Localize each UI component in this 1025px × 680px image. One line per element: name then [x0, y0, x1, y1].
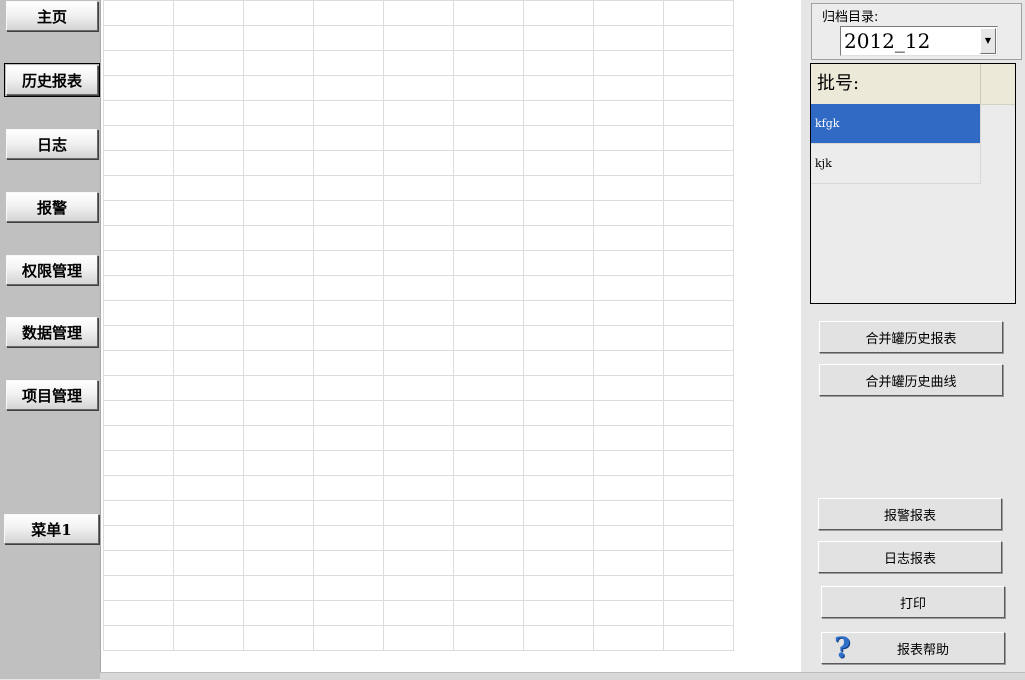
sidebar-item-alarm[interactable]: 报警 [6, 192, 98, 222]
batch-list[interactable]: 批号: kfgk kjk [810, 63, 1016, 304]
report-area [100, 0, 801, 679]
list-item[interactable]: kjk [811, 144, 981, 184]
batch-header-label: 批号: [817, 73, 860, 94]
merge-history-curve-button[interactable]: 合并罐历史曲线 [819, 364, 1003, 396]
list-item[interactable]: kfgk [811, 104, 981, 144]
sidebar-item-log[interactable]: 日志 [6, 129, 98, 159]
question-mark-icon: ? [834, 631, 851, 664]
print-button[interactable]: 打印 [821, 586, 1005, 618]
archive-selected-value: 2012_12 [844, 29, 931, 53]
report-grid[interactable] [103, 0, 734, 651]
report-help-button[interactable]: ? 报表帮助 [821, 632, 1005, 664]
merge-history-report-button[interactable]: 合并罐历史报表 [819, 321, 1003, 353]
log-report-button[interactable]: 日志报表 [818, 541, 1002, 573]
archive-group: 归档目录: 2012_12 ▼ [811, 3, 1022, 60]
column-divider [980, 64, 981, 104]
sidebar-nav: 主页 历史报表 日志 报警 权限管理 数据管理 项目管理 菜单1 [0, 0, 100, 679]
sidebar-item-project-management[interactable]: 项目管理 [6, 380, 98, 410]
archive-directory-select[interactable]: 2012_12 ▼ [840, 26, 998, 56]
sidebar-item-permissions[interactable]: 权限管理 [6, 255, 98, 285]
triangle-down-icon[interactable]: ▼ [980, 28, 996, 54]
sidebar-item-history-report[interactable]: 历史报表 [4, 63, 100, 97]
report-help-label: 报表帮助 [896, 642, 949, 658]
sidebar-item-home[interactable]: 主页 [6, 1, 98, 31]
batch-list-header: 批号: [811, 64, 1015, 105]
sidebar-item-menu1[interactable]: 菜单1 [4, 514, 99, 544]
sidebar-item-data-management[interactable]: 数据管理 [6, 317, 98, 347]
alarm-report-button[interactable]: 报警报表 [818, 498, 1002, 530]
archive-label: 归档目录: [822, 10, 879, 25]
